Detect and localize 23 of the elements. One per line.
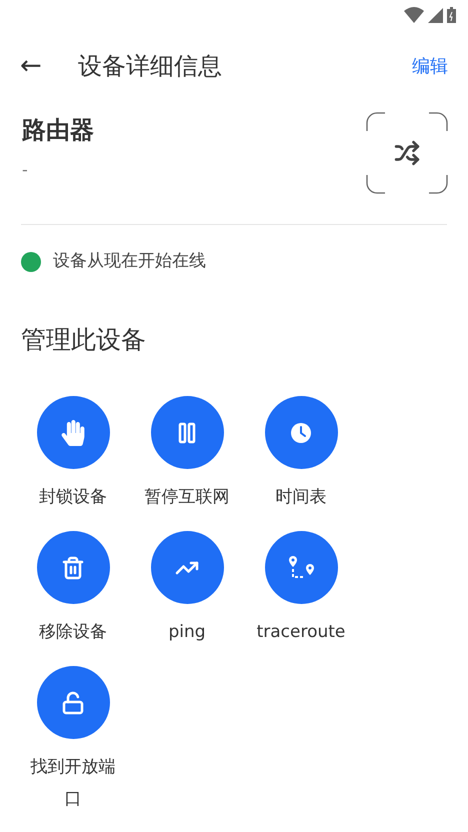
edit-button[interactable]: 编辑 <box>412 52 448 80</box>
back-button[interactable]: ← <box>20 46 60 86</box>
action-label: 移除设备 <box>38 621 108 644</box>
signal-icon <box>428 8 443 22</box>
action-label: 找到开放端口 <box>30 756 116 811</box>
action-label: ping <box>167 621 207 644</box>
device-name: 路由器 <box>22 115 94 146</box>
unlock-icon <box>61 690 85 714</box>
battery-icon <box>447 7 456 23</box>
page-title: 设备详细信息 <box>78 51 222 82</box>
action-label: 时间表 <box>274 486 328 509</box>
device-subtitle: - <box>22 159 29 181</box>
action-label: 封锁设备 <box>38 486 108 509</box>
clock-icon <box>289 420 313 444</box>
wifi-icon <box>404 7 424 23</box>
hand-icon <box>60 420 86 446</box>
action-label: 暂停互联网 <box>144 486 230 509</box>
status-text: 设备从现在开始在线 <box>53 250 206 273</box>
trash-icon <box>61 556 85 580</box>
scan-button[interactable] <box>366 112 448 194</box>
section-heading: 管理此设备 <box>20 324 147 356</box>
action-label: traceroute <box>256 621 346 644</box>
shuffle-icon <box>394 140 420 166</box>
